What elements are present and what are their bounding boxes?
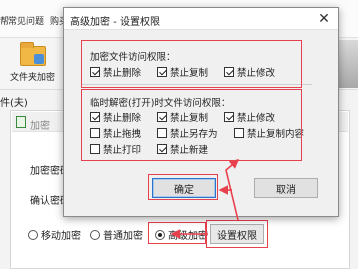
dialog-title: 高级加密 - 设置权限 bbox=[70, 17, 160, 28]
permission-dialog: 高级加密 - 设置权限 ✕ 加密文件访问权限： 禁止删除 禁止复制 禁止修改 临… bbox=[63, 7, 339, 217]
temp-no-create[interactable]: 禁止新建 bbox=[157, 142, 208, 156]
mode-normal-label: 普通加密 bbox=[103, 231, 143, 242]
encrypted-no-modify[interactable]: 禁止修改 bbox=[224, 65, 275, 79]
temp-no-save-as-label: 禁止另存为 bbox=[170, 129, 218, 140]
temp-no-create-checkbox[interactable] bbox=[157, 144, 167, 154]
encrypted-no-copy[interactable]: 禁止复制 bbox=[157, 65, 208, 79]
mode-normal[interactable]: 普通加密 bbox=[90, 227, 143, 242]
encrypted-no-delete-label: 禁止删除 bbox=[103, 68, 142, 79]
temp-no-copy-checkbox[interactable] bbox=[157, 112, 167, 122]
temp-no-copy-content[interactable]: 禁止复制内容 bbox=[234, 126, 304, 140]
document-icon bbox=[16, 116, 26, 128]
lock-icon bbox=[34, 54, 44, 64]
temp-no-delete-checkbox[interactable] bbox=[90, 112, 100, 122]
temp-access-title: 临时解密(打开)时文件访问权限： bbox=[90, 98, 231, 109]
mode-advanced-label: 高级加密 bbox=[168, 231, 208, 242]
mode-mobile-label: 移动加密 bbox=[41, 231, 81, 242]
temp-no-print[interactable]: 禁止打印 bbox=[90, 142, 141, 156]
temp-no-modify[interactable]: 禁止修改 bbox=[224, 110, 275, 124]
temp-no-drag[interactable]: 禁止拖拽 bbox=[90, 126, 141, 140]
encrypt-panel-title: 加密 bbox=[30, 121, 50, 132]
close-icon[interactable]: ✕ bbox=[310, 8, 338, 30]
dialog-titlebar[interactable]: 高级加密 - 设置权限 ✕ bbox=[64, 8, 338, 30]
mode-mobile[interactable]: 移动加密 bbox=[28, 227, 81, 242]
encrypted-no-delete-checkbox[interactable] bbox=[90, 67, 100, 77]
temp-no-copy-label: 禁止复制 bbox=[170, 113, 209, 124]
temp-no-delete[interactable]: 禁止删除 bbox=[90, 110, 141, 124]
temp-no-drag-label: 禁止拖拽 bbox=[103, 129, 142, 140]
menu-faq[interactable]: 常见问题 bbox=[8, 14, 44, 27]
set-permission-button[interactable]: 设置权限 bbox=[210, 224, 264, 244]
ok-button[interactable]: 确定 bbox=[152, 178, 216, 198]
mode-advanced[interactable]: 高级加密 bbox=[155, 227, 208, 242]
temp-no-modify-checkbox[interactable] bbox=[224, 112, 234, 122]
encrypted-access-title: 加密文件访问权限： bbox=[90, 52, 176, 63]
temp-no-save-as-checkbox[interactable] bbox=[157, 128, 167, 138]
temp-no-copy[interactable]: 禁止复制 bbox=[157, 110, 208, 124]
folder-encrypt-label: 文件夹加密 bbox=[10, 73, 56, 83]
cancel-button[interactable]: 取消 bbox=[254, 178, 318, 198]
temp-no-delete-label: 禁止删除 bbox=[103, 113, 142, 124]
file-section-label: 件(夫) bbox=[0, 98, 28, 109]
temp-no-create-label: 禁止新建 bbox=[170, 145, 209, 156]
temp-no-drag-checkbox[interactable] bbox=[90, 128, 100, 138]
mode-advanced-radio[interactable] bbox=[155, 229, 165, 240]
encrypted-no-copy-checkbox[interactable] bbox=[157, 67, 167, 77]
temp-no-print-label: 禁止打印 bbox=[103, 145, 142, 156]
temp-no-print-checkbox[interactable] bbox=[90, 144, 100, 154]
encrypted-no-delete[interactable]: 禁止删除 bbox=[90, 65, 141, 79]
mode-mobile-radio[interactable] bbox=[28, 229, 38, 240]
temp-no-save-as[interactable]: 禁止另存为 bbox=[157, 126, 218, 140]
temp-no-copy-content-checkbox[interactable] bbox=[234, 128, 244, 138]
encrypted-no-modify-checkbox[interactable] bbox=[224, 67, 234, 77]
temp-no-modify-label: 禁止修改 bbox=[237, 113, 276, 124]
encrypted-no-modify-label: 禁止修改 bbox=[237, 68, 276, 79]
encrypted-no-copy-label: 禁止复制 bbox=[170, 68, 209, 79]
mode-normal-radio[interactable] bbox=[90, 229, 100, 240]
temp-no-copy-content-label: 禁止复制内容 bbox=[247, 129, 305, 140]
group-separator bbox=[82, 84, 312, 85]
